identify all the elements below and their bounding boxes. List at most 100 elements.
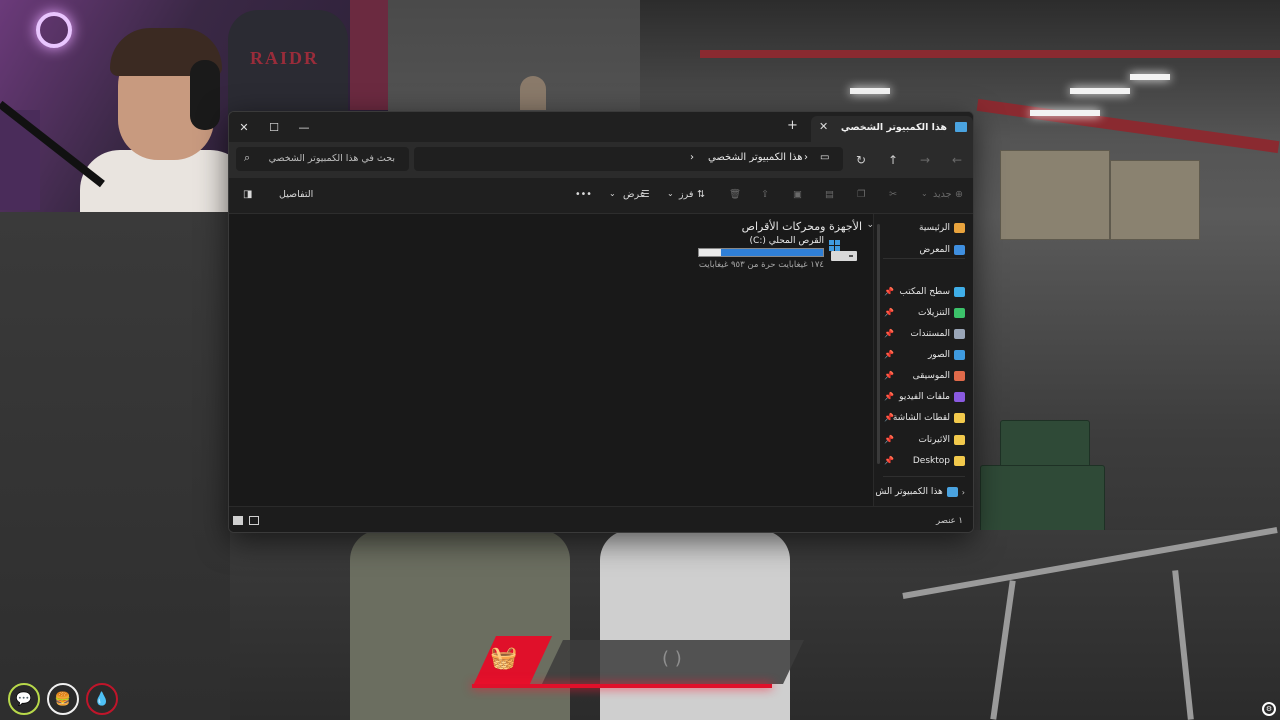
ammo-box xyxy=(980,465,1105,535)
computer-icon xyxy=(955,122,967,132)
pin-icon[interactable]: 📌 xyxy=(884,392,894,401)
search-icon: ⌕ xyxy=(244,151,251,164)
folder-icon xyxy=(954,413,965,423)
chevron-right-icon[interactable]: › xyxy=(962,488,965,497)
sidebar-item-label: الاثيرنات xyxy=(918,435,950,445)
pin-icon[interactable]: 📌 xyxy=(884,456,894,465)
settings-icon: ⚙ xyxy=(1262,702,1276,716)
sidebar-scrollbar[interactable] xyxy=(877,224,880,464)
delete-icon[interactable]: 🗑 xyxy=(729,189,741,200)
gallery-icon xyxy=(954,245,965,255)
address-bar[interactable]: › هذا الكمبيوتر الشخصي › ▭ xyxy=(414,147,843,171)
sidebar-item[interactable]: الاثيرنات xyxy=(918,432,965,448)
sidebar-item-label: الصور xyxy=(927,350,950,360)
sidebar-item[interactable]: ملفات الفيديو xyxy=(899,389,965,405)
pin-icon[interactable]: 📌 xyxy=(884,308,894,317)
sidebar-divider xyxy=(883,476,965,477)
sidebar-item-label: Desktop xyxy=(912,456,950,466)
ceiling-light xyxy=(1130,74,1170,80)
sidebar-item[interactable]: التنزيلات xyxy=(918,305,965,321)
sidebar-item-label: المعرض xyxy=(919,245,950,255)
details-view-icon[interactable] xyxy=(249,516,259,525)
ring-light xyxy=(36,12,72,48)
background-wall xyxy=(350,0,388,110)
sidebar-item[interactable]: Desktop xyxy=(913,453,965,469)
download-icon xyxy=(954,308,965,318)
forward-arrow-icon[interactable]: → xyxy=(915,150,935,170)
maximize-button[interactable]: ☐ xyxy=(259,112,289,142)
close-button[interactable]: ✕ xyxy=(229,112,259,142)
up-arrow-icon[interactable]: ↑ xyxy=(883,150,903,170)
address-chevron-icon[interactable]: › xyxy=(690,152,694,163)
npc-character xyxy=(520,76,546,110)
minimize-button[interactable]: — xyxy=(289,112,319,142)
sidebar-item[interactable]: لقطات الشاشة xyxy=(893,410,965,426)
pin-icon[interactable]: 📌 xyxy=(884,435,894,444)
sidebar-item[interactable]: المعرض xyxy=(919,242,965,258)
refresh-icon[interactable]: ↻ xyxy=(851,150,871,170)
pin-icon[interactable]: 📌 xyxy=(884,350,894,359)
new-plus-icon[interactable]: ⊕ xyxy=(955,189,963,200)
new-label[interactable]: جديد xyxy=(933,189,952,200)
sidebar-item-label: هذا الكمبيوتر الش xyxy=(875,487,943,497)
details-label[interactable]: التفاصيل xyxy=(279,189,313,200)
back-arrow-icon[interactable]: ← xyxy=(947,150,967,170)
folder-icon xyxy=(954,435,965,445)
pin-icon[interactable]: 📌 xyxy=(884,413,894,422)
file-explorer-window: ✕ ☐ — + ✕ هذا الكمبيوتر الشخصي ⌕ بحث في … xyxy=(228,111,974,533)
basket-icon: 🧺 xyxy=(490,646,518,671)
tab-close-icon[interactable]: ✕ xyxy=(819,120,828,133)
sidebar-item[interactable]: الموسيقى xyxy=(913,368,965,384)
headset xyxy=(190,60,220,130)
share-icon[interactable]: ⇪ xyxy=(761,189,769,200)
view-icon[interactable]: ☰ xyxy=(641,189,650,200)
drive-free-space: ١٧٤ غيغابايت حرة من ٩٥٣ غيغابايت xyxy=(698,260,824,270)
group-header-devices[interactable]: الأجهزة ومحركات الأقراص xyxy=(742,220,862,233)
chevron-down-icon: ⌄ xyxy=(921,189,928,198)
copy-icon[interactable]: ❐ xyxy=(857,189,866,200)
sidebar-item[interactable]: الرئيسية xyxy=(919,220,965,236)
ceiling-light xyxy=(850,88,890,94)
drive-usage-fill xyxy=(721,249,823,256)
sort-icon[interactable]: ⇅ xyxy=(697,189,705,200)
details-pane-icon[interactable]: ◨ xyxy=(243,189,252,200)
sidebar-item-label: المستندات xyxy=(910,329,950,339)
sort-label[interactable]: فرز xyxy=(679,189,693,200)
drive-icon xyxy=(829,240,857,261)
item-count: ١ عنصر xyxy=(936,516,963,526)
search-placeholder: بحث في هذا الكمبيوتر الشخصي xyxy=(268,153,395,164)
crate xyxy=(1110,160,1200,240)
left-wall xyxy=(0,210,230,720)
sidebar-item[interactable]: سطح المكتب xyxy=(899,284,965,300)
pictures-icon xyxy=(954,350,965,360)
status-bar: ١ عنصر xyxy=(229,506,973,532)
monitor-icon[interactable]: ▭ xyxy=(820,152,829,163)
sidebar-item-label: ملفات الفيديو xyxy=(899,392,950,402)
sidebar-item[interactable]: الصور xyxy=(928,347,965,363)
sidebar-item-label: الرئيسية xyxy=(919,223,950,233)
address-segment-this-pc[interactable]: هذا الكمبيوتر الشخصي xyxy=(708,152,803,163)
video-icon xyxy=(954,392,965,402)
sidebar-divider xyxy=(883,258,965,259)
ceiling-light xyxy=(1030,110,1100,116)
home-icon xyxy=(954,223,965,233)
paste-icon[interactable]: ▤ xyxy=(825,189,834,200)
title-bar: ✕ ☐ — + ✕ هذا الكمبيوتر الشخصي xyxy=(229,112,973,142)
cut-icon[interactable]: ✂ xyxy=(889,189,897,200)
pin-icon[interactable]: 📌 xyxy=(884,371,894,380)
tab-this-pc[interactable]: ✕ هذا الكمبيوتر الشخصي xyxy=(811,116,973,142)
chair-logo: RAIDR xyxy=(250,48,320,68)
sidebar-item[interactable]: المستندات xyxy=(910,326,965,342)
tiles-view-icon[interactable] xyxy=(233,516,243,525)
new-tab-button[interactable]: + xyxy=(787,118,798,133)
address-chevron-icon[interactable]: › xyxy=(804,152,808,163)
more-options-button[interactable]: ••• xyxy=(575,189,592,200)
pin-icon[interactable]: 📌 xyxy=(884,329,894,338)
search-input[interactable]: ⌕ بحث في هذا الكمبيوتر الشخصي xyxy=(236,147,409,171)
drive-name: (C:) القرص المحلي xyxy=(749,236,824,246)
sidebar-item-this-pc[interactable]: هذا الكمبيوتر الش › xyxy=(875,484,965,500)
voice-chat-icon: 💬 xyxy=(8,683,40,715)
hud-parens: ( ) xyxy=(662,648,682,669)
pin-icon[interactable]: 📌 xyxy=(884,287,894,296)
rename-icon[interactable]: ▣ xyxy=(793,189,802,200)
